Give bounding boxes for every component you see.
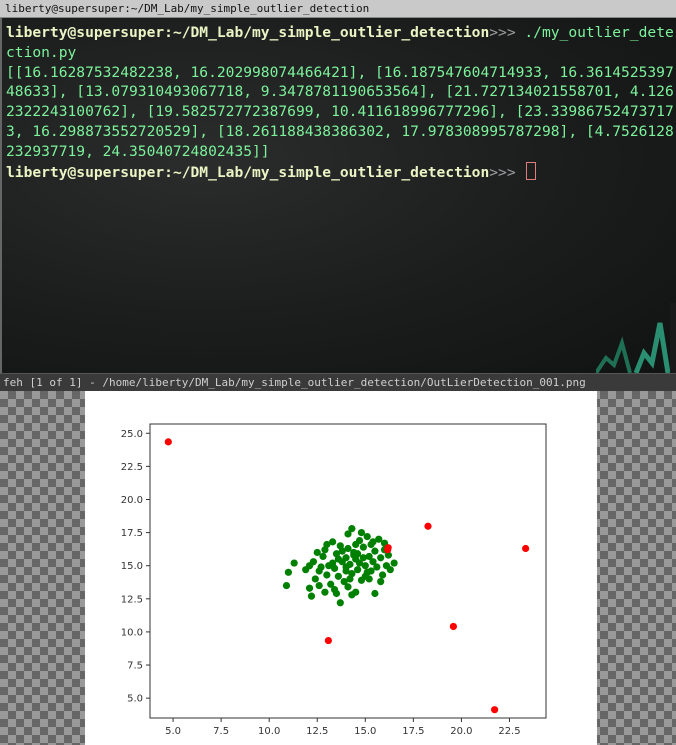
x-tick-label: 5.0 — [165, 726, 181, 737]
inlier-point — [371, 547, 379, 555]
inlier-point — [317, 563, 325, 571]
inlier-point — [334, 572, 342, 580]
prompt-symbol: >>> — [489, 24, 516, 41]
prompt-symbol-2: >>> — [489, 163, 516, 181]
inlier-point — [284, 568, 293, 576]
inlier-point — [336, 599, 344, 607]
inlier-point — [348, 591, 356, 599]
inlier-point — [386, 566, 394, 574]
x-tick-label: 12.5 — [306, 726, 328, 737]
x-tick-label: 20.0 — [450, 726, 472, 737]
y-tick-label: 5.0 — [127, 694, 143, 705]
inlier-point — [323, 571, 331, 579]
y-tick-label: 12.5 — [121, 594, 143, 605]
y-tick-label: 7.5 — [127, 661, 143, 672]
inlier-point — [377, 577, 385, 586]
inlier-point — [365, 575, 373, 583]
inlier-point — [361, 562, 369, 570]
inlier-point — [290, 559, 298, 567]
inlier-point — [359, 554, 367, 562]
inlier-point — [323, 540, 331, 549]
y-tick-label: 22.5 — [121, 462, 143, 473]
inlier-point — [334, 555, 342, 563]
outlier-point — [324, 636, 332, 645]
y-tick-label: 17.5 — [121, 528, 143, 539]
outlier-point — [449, 622, 457, 631]
image-viewer-title: feh [1 of 1] - /home/liberty/DM_Lab/my_s… — [0, 373, 676, 391]
x-tick-label: 22.5 — [498, 726, 520, 737]
x-tick-label: 15.0 — [354, 726, 376, 737]
inlier-point — [352, 540, 360, 549]
inlier-point — [354, 566, 362, 574]
inlier-point — [363, 568, 371, 576]
inlier-point — [338, 547, 346, 555]
inlier-point — [311, 575, 319, 583]
inlier-point — [330, 585, 339, 594]
y-tick-label: 25.0 — [121, 429, 143, 440]
terminal-window-title: liberty@supersuper:~/DM_Lab/my_simple_ou… — [0, 0, 676, 18]
inlier-point — [373, 563, 381, 571]
scatter-chart: 5.0 7.5 10.0 12.5 15.0 17.5 20.0 22.5 5.0 7.5 10.0… — [121, 423, 547, 737]
prompt-path-2: :~/DM_Lab/my_simple_outlier_detection — [164, 163, 490, 181]
inlier-point — [307, 592, 316, 600]
inlier-point — [282, 581, 291, 590]
terminal-window[interactable]: liberty@supersuper:~/DM_Lab/my_simple_ou… — [0, 18, 676, 373]
inlier-point — [357, 528, 366, 537]
program-output: [[16.16287532482238, 16.202998074466421]… — [6, 63, 674, 160]
image-viewer[interactable]: 5.0 7.5 10.0 12.5 15.0 17.5 20.0 22.5 5.0 7.5 10.0… — [0, 391, 676, 745]
y-tick-label: 15.0 — [121, 561, 143, 572]
inlier-point — [344, 530, 352, 538]
y-tick-label: 20.0 — [121, 495, 143, 506]
wallpaper-decoration — [596, 303, 676, 373]
inlier-point — [319, 552, 327, 561]
inlier-point — [305, 562, 314, 570]
inlier-point — [346, 575, 354, 583]
prompt-user-host-2: liberty@supersuper — [6, 163, 165, 181]
terminal-output-area[interactable]: liberty@supersuper:~/DM_Lab/my_simple_ou… — [6, 23, 674, 182]
inlier-point — [342, 554, 350, 562]
terminal-cursor — [526, 161, 537, 180]
y-tick-label: 10.0 — [121, 627, 143, 638]
inlier-point — [342, 567, 350, 575]
inlier-point — [369, 538, 377, 546]
outlier-point — [384, 544, 392, 552]
prompt-user-host: liberty@supersuper — [6, 24, 165, 41]
inlier-point — [377, 554, 385, 562]
inlier-point — [321, 588, 329, 596]
x-tick-label: 7.5 — [213, 726, 229, 737]
x-tick-label: 10.0 — [258, 726, 280, 737]
x-tick-label: 17.5 — [402, 726, 424, 737]
inlier-point — [371, 589, 379, 598]
inlier-point — [379, 571, 387, 579]
outlier-point — [491, 706, 499, 714]
outlier-point — [424, 522, 432, 530]
outlier-point — [164, 438, 172, 446]
inlier-point — [305, 584, 314, 592]
outlier-point — [522, 544, 530, 553]
inlier-point — [344, 583, 352, 591]
inlier-point — [390, 559, 398, 567]
inlier-point — [346, 560, 354, 568]
plot-image: 5.0 7.5 10.0 12.5 15.0 17.5 20.0 22.5 5.0 7.5 10.0… — [85, 391, 597, 745]
prompt-path: :~/DM_Lab/my_simple_outlier_detection — [164, 24, 490, 41]
inlier-point — [359, 543, 367, 551]
inlier-point — [315, 581, 323, 590]
